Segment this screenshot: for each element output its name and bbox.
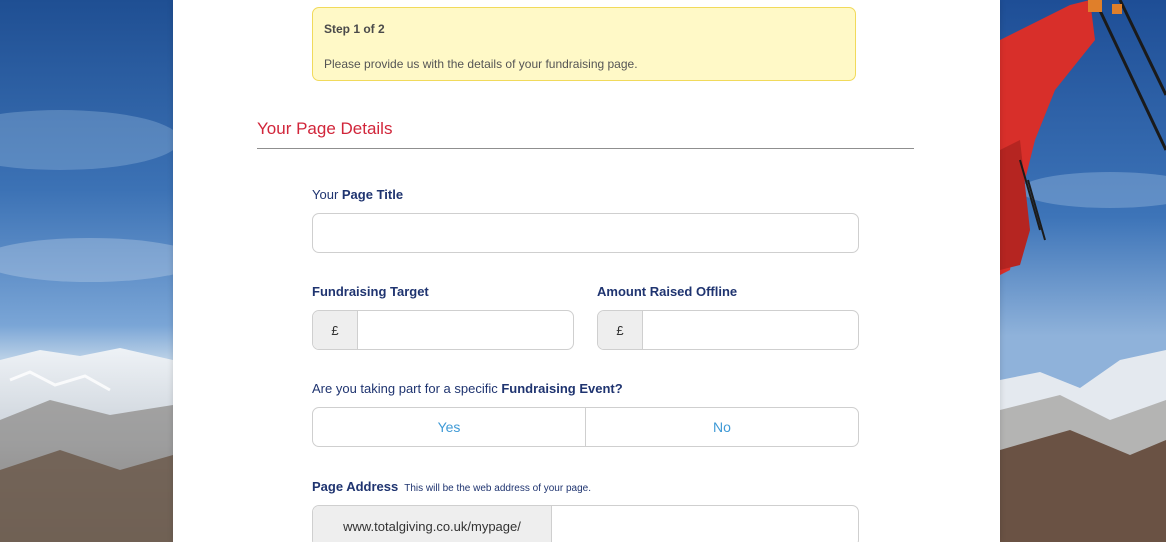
amount-raised-offline-field[interactable]: £ bbox=[597, 310, 859, 350]
background-image-left bbox=[0, 0, 173, 542]
form-panel: Step 1 of 2 Please provide us with the d… bbox=[173, 0, 1000, 542]
fundraising-target-input[interactable] bbox=[357, 311, 573, 349]
step-title: Step 1 of 2 bbox=[324, 22, 385, 36]
page-title-label-bold: Page Title bbox=[341, 187, 404, 202]
fundraising-event-question-prefix: Are you taking part for a specific bbox=[312, 381, 502, 396]
page-title-input[interactable] bbox=[313, 214, 858, 252]
fundraising-target-field[interactable]: £ bbox=[312, 310, 574, 350]
page-title-label-prefix: Your bbox=[312, 187, 342, 202]
currency-pound-addon: £ bbox=[313, 311, 358, 349]
step-notice: Step 1 of 2 Please provide us with the d… bbox=[312, 7, 856, 81]
fundraising-event-question: Are you taking part for a specific Fundr… bbox=[312, 381, 623, 396]
amount-raised-offline-input[interactable] bbox=[642, 311, 858, 349]
section-divider bbox=[257, 148, 914, 149]
page: Step 1 of 2 Please provide us with the d… bbox=[0, 0, 1166, 542]
climber-landscape-right bbox=[1000, 0, 1166, 542]
page-address-input[interactable] bbox=[551, 506, 858, 542]
fundraising-target-label: Fundraising Target bbox=[312, 284, 429, 299]
background-image-right bbox=[1000, 0, 1166, 542]
section-title: Your Page Details bbox=[257, 119, 393, 138]
currency-pound-addon: £ bbox=[598, 311, 643, 349]
fundraising-event-no-button[interactable]: No bbox=[585, 408, 858, 446]
page-address-field[interactable]: www.totalgiving.co.uk/mypage/ bbox=[312, 505, 859, 542]
mountain-landscape-left bbox=[0, 0, 173, 542]
page-address-label: Page Address This will be the web address… bbox=[312, 479, 591, 494]
page-address-hint: This will be the web address of your pag… bbox=[404, 483, 592, 494]
fundraising-event-question-bold: Fundraising Event? bbox=[501, 381, 623, 396]
fundraising-event-toggle: Yes No bbox=[312, 407, 859, 447]
page-title-field[interactable] bbox=[312, 213, 859, 253]
fundraising-event-yes-button[interactable]: Yes bbox=[313, 408, 585, 446]
amount-raised-offline-label: Amount Raised Offline bbox=[597, 284, 738, 299]
step-instructions: Please provide us with the details of yo… bbox=[324, 57, 638, 71]
page-title-label: Your Page Title bbox=[312, 187, 403, 202]
page-address-url-prefix: www.totalgiving.co.uk/mypage/ bbox=[313, 506, 552, 542]
page-address-label-text: Page Address bbox=[312, 479, 399, 494]
